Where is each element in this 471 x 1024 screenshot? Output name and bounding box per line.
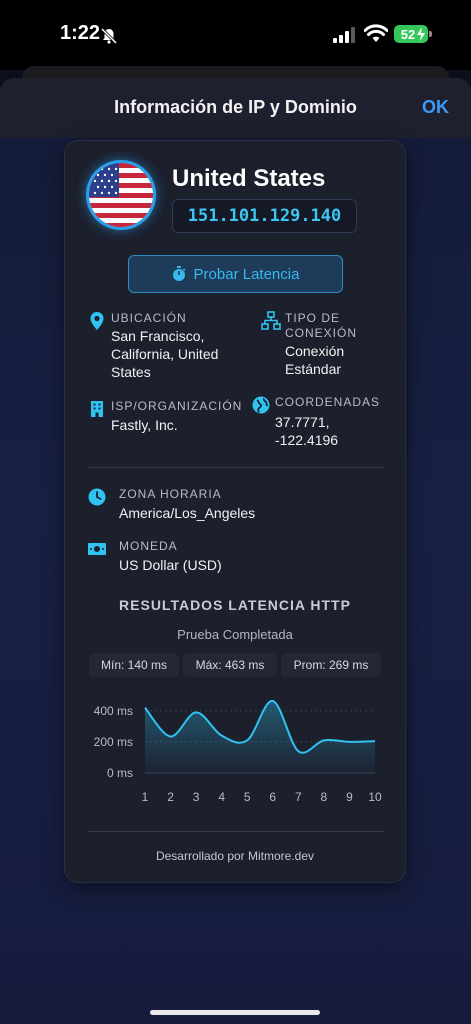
home-indicator: [150, 1010, 320, 1015]
isp-label: ISP/ORGANIZACIÓN: [111, 399, 243, 413]
battery-indicator: 52: [394, 25, 432, 43]
connection-type-label-line-1: TIPO DE: [285, 311, 341, 325]
test-latency-label: Probar Latencia: [193, 265, 300, 283]
coordinates-info: COORDENADAS 37.7771, -122.4196: [251, 395, 391, 451]
location-value-line-2: California, United: [111, 346, 219, 362]
timezone-label: ZONA HORARIA: [119, 487, 222, 501]
x-tick-label: 7: [295, 790, 302, 804]
coordinates-value-line-2: -122.4196: [275, 432, 339, 448]
x-tick-label: 6: [269, 790, 276, 804]
wifi-icon: [364, 24, 388, 42]
network-icon: [261, 311, 281, 330]
stat-min: Mín: 140 ms: [89, 653, 179, 677]
location-value-line-3: States: [111, 364, 151, 380]
x-tick-label: 3: [193, 790, 200, 804]
x-tick-label: 4: [218, 790, 225, 804]
nav-bar: Información de IP y Dominio OK: [0, 78, 471, 138]
footer-credit: Desarrollado por Mitmore.dev: [155, 849, 315, 863]
latency-results-title: RESULTADOS LATENCIA HTTP: [119, 597, 351, 613]
globe-icon: [252, 396, 270, 414]
bell-muted-icon: [100, 27, 118, 45]
isp-value: Fastly, Inc.: [111, 417, 178, 433]
status-time: 1:22: [60, 22, 101, 44]
y-tick-label: 0 ms: [107, 766, 133, 780]
ip-address[interactable]: 151.101.129.140: [172, 199, 357, 233]
country-name: United States: [172, 165, 326, 192]
currency-info: MONEDA US Dollar (USD): [87, 539, 377, 579]
us-flag-icon: [89, 163, 153, 227]
ip-info-card: United States 151.101.129.140 Probar Lat…: [64, 140, 406, 883]
isp-info: ISP/ORGANIZACIÓN Fastly, Inc.: [87, 399, 257, 439]
stat-max: Máx: 463 ms: [183, 653, 277, 677]
latency-area: [145, 700, 375, 773]
charging-bolt-icon: [417, 27, 425, 41]
modal-sheet: Información de IP y Dominio OK United St…: [0, 78, 471, 1024]
connection-type-info: TIPO DE CONEXIÓN Conexión Estándar: [261, 311, 391, 381]
building-icon: [91, 401, 103, 417]
nav-title: Información de IP y Dominio: [114, 97, 357, 117]
stopwatch-icon: [172, 266, 185, 281]
latency-chart: 0 ms 200 ms 400 ms 1 2 3 4 5 6 7 8 9 10: [94, 700, 382, 804]
currency-label: MONEDA: [119, 539, 178, 553]
currency-value: US Dollar (USD): [119, 557, 222, 573]
clock-icon: [88, 488, 106, 506]
status-bar: 1:22 52: [0, 0, 471, 70]
coordinates-label: COORDENADAS: [275, 395, 381, 409]
ok-button[interactable]: OK: [422, 97, 449, 118]
x-tick-label: 9: [346, 790, 353, 804]
x-tick-label: 10: [368, 790, 382, 804]
x-tick-label: 8: [321, 790, 328, 804]
latency-results-subtitle: Prueba Completada: [177, 627, 293, 642]
location-label: UBICACIÓN: [111, 311, 187, 325]
coordinates-value-line-1: 37.7771,: [275, 414, 330, 430]
x-tick-label: 5: [244, 790, 251, 804]
stat-avg: Prom: 269 ms: [281, 653, 381, 677]
cellular-signal-icon: [333, 27, 355, 43]
connection-type-label-line-2: CONEXIÓN: [285, 326, 358, 340]
battery-level: 52: [400, 26, 416, 42]
x-tick-label: 1: [142, 790, 149, 804]
divider-top: [87, 467, 384, 468]
divider-bottom: [87, 831, 384, 832]
x-tick-label: 2: [167, 790, 174, 804]
y-tick-label: 400 ms: [94, 704, 133, 718]
y-tick-label: 200 ms: [94, 735, 133, 749]
money-icon: [88, 543, 106, 555]
location-value-line-1: San Francisco,: [111, 328, 205, 344]
timezone-value: America/Los_Angeles: [119, 505, 256, 521]
location-info: UBICACIÓN San Francisco, California, Uni…: [87, 311, 237, 381]
test-latency-button[interactable]: Probar Latencia: [128, 255, 343, 293]
connection-type-value-line-2: Estándar: [285, 361, 342, 377]
timezone-info: ZONA HORARIA America/Los_Angeles: [87, 487, 377, 527]
connection-type-value-line-1: Conexión: [285, 343, 345, 359]
location-pin-icon: [90, 312, 104, 330]
